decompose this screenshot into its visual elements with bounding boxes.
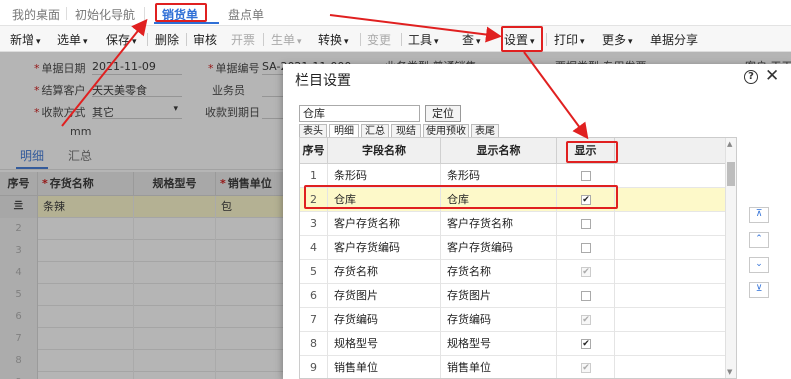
annotation-arrows (61, 14, 589, 140)
annotation-arrow (61, 18, 148, 127)
annotation-arrow (523, 51, 589, 140)
annotation-arrow (329, 14, 502, 43)
